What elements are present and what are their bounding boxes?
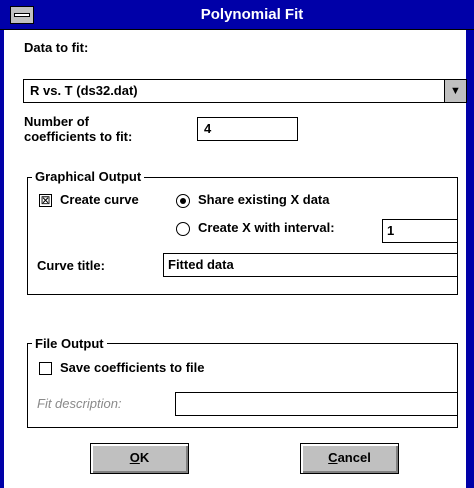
window-title: Polynomial Fit — [200, 6, 304, 23]
cancel-label-rest: ancel — [337, 450, 371, 465]
coefficients-label-line2: coefficients to fit: — [24, 129, 133, 144]
graphical-output-title: Graphical Output — [32, 169, 145, 185]
coefficients-input[interactable]: 4 — [197, 117, 298, 141]
save-coefficients-checkbox[interactable] — [39, 362, 52, 375]
create-curve-checkbox[interactable]: ⊠ — [39, 194, 52, 207]
data-to-fit-label: Data to fit: — [24, 40, 89, 55]
share-x-radio[interactable] — [176, 194, 190, 208]
ok-button[interactable]: OK — [90, 443, 189, 474]
data-to-fit-dropdown[interactable]: R vs. T (ds32.dat) ▼ — [23, 79, 467, 103]
data-to-fit-value: R vs. T (ds32.dat) — [30, 83, 138, 98]
ok-label-rest: K — [139, 450, 150, 465]
create-curve-label[interactable]: Create curve — [60, 192, 139, 207]
ok-mnemonic: O — [129, 450, 140, 465]
curve-title-input[interactable]: Fitted data — [163, 253, 458, 277]
cancel-mnemonic: C — [328, 450, 338, 465]
coefficients-label: Number of coefficients to fit: — [24, 114, 132, 144]
fit-description-input[interactable] — [175, 392, 458, 416]
share-x-label[interactable]: Share existing X data — [198, 192, 330, 207]
title-bar: Polynomial Fit — [0, 0, 474, 30]
create-x-radio[interactable] — [176, 222, 190, 236]
save-coefficients-label[interactable]: Save coefficients to file — [60, 360, 205, 375]
curve-title-label: Curve title: — [37, 258, 105, 273]
create-x-label[interactable]: Create X with interval: — [198, 220, 335, 235]
coefficients-label-line1: Number of — [24, 114, 89, 129]
cancel-button[interactable]: Cancel — [300, 443, 399, 474]
fit-description-label: Fit description: — [37, 396, 122, 411]
system-menu-button[interactable] — [10, 6, 34, 24]
dropdown-arrow-icon[interactable]: ▼ — [444, 80, 466, 102]
interval-input[interactable]: 1 — [382, 219, 458, 243]
file-output-title: File Output — [32, 336, 107, 352]
minus-bar-icon — [14, 13, 30, 17]
